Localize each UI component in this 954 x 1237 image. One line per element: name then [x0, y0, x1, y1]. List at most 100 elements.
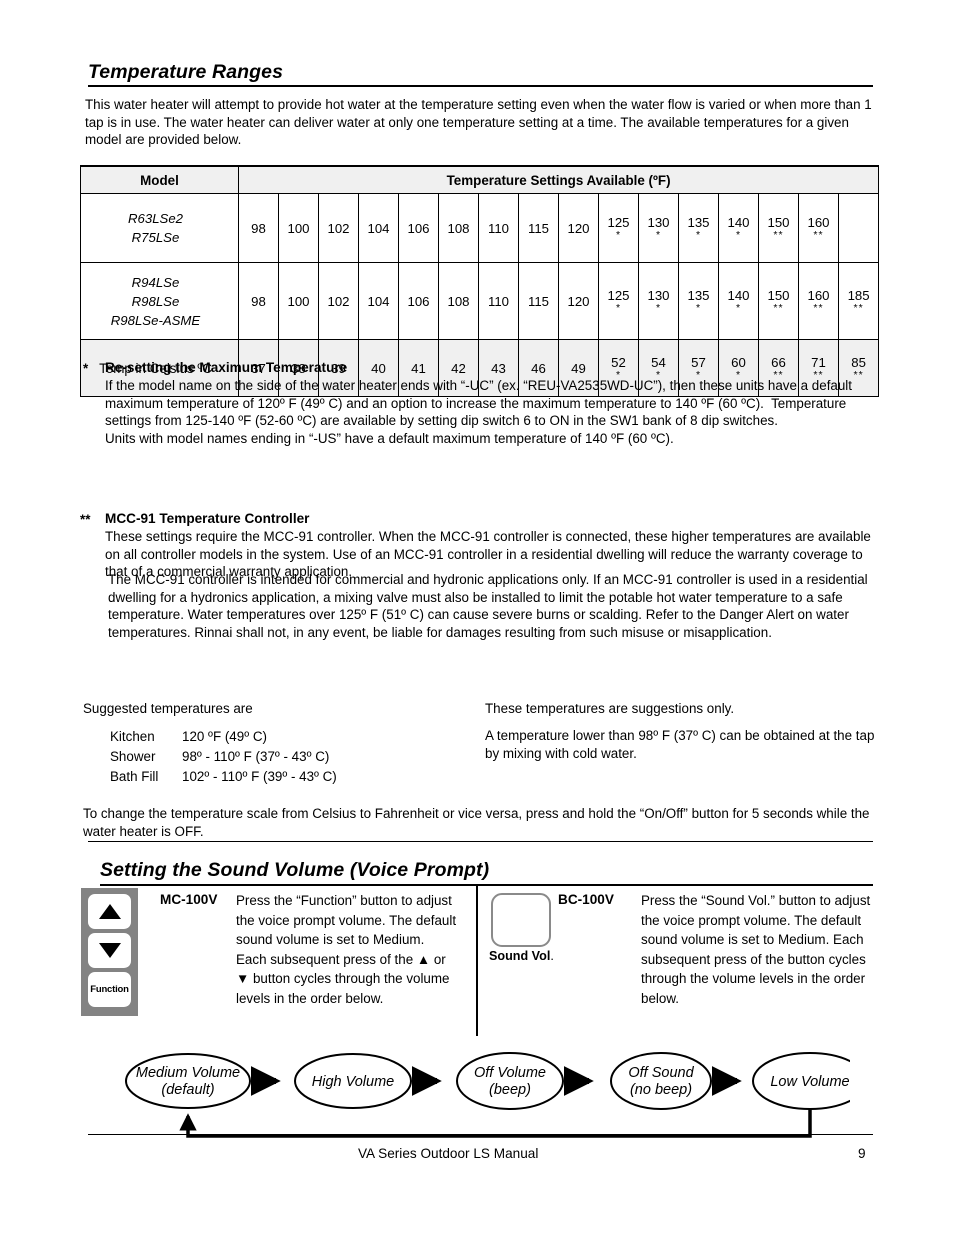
table-cell-value: 130 *: [638, 262, 679, 340]
value-number: 98: [251, 293, 266, 309]
sound-vol-button[interactable]: [491, 893, 551, 947]
list-item: Kitchen 120 ºF (49º C): [110, 727, 337, 747]
value-number: 54: [651, 355, 666, 370]
value-number: 115: [527, 220, 550, 236]
value-number: 43: [491, 360, 506, 376]
model-name-line: R63LSe2: [128, 211, 183, 226]
value-number: 60: [731, 355, 746, 370]
section-heading-sound-volume: Setting the Sound Volume (Voice Prompt): [100, 859, 490, 881]
value-number: 108: [447, 293, 470, 309]
table-cell-value: 140 *: [718, 262, 759, 340]
value-footnote-mark: **: [773, 302, 784, 314]
value-number: 130: [647, 215, 670, 230]
value-number: 125: [607, 215, 630, 230]
value-number: 106: [407, 220, 430, 236]
intro-paragraph: This water heater will attempt to provid…: [85, 97, 872, 147]
table-header-settings: Temperature Settings Available (ºF): [237, 165, 880, 194]
value-number: 120: [567, 293, 590, 309]
table-cell-value: 98: [238, 193, 279, 263]
value-footnote-mark: **: [813, 302, 824, 314]
suggested-label: Kitchen: [110, 729, 155, 744]
flow-node-medium-volume: [125, 1053, 251, 1109]
triangle-down-icon: [98, 943, 121, 958]
value-footnote-mark: **: [853, 302, 864, 314]
table-cell-value: 100: [278, 193, 319, 263]
value-number: 41: [411, 360, 426, 376]
table-cell-value: 140 *: [718, 193, 759, 263]
value-number: 150: [767, 215, 790, 230]
table-cell-value: 130 *: [638, 193, 679, 263]
value-number: 98: [251, 220, 266, 236]
mc-100v-model-label: MC-100V: [160, 892, 218, 907]
sound-vol-button-label: Sound Vol.: [489, 949, 554, 963]
suggested-note-primary: These temperatures are suggestions only.: [485, 701, 735, 716]
value-footnote-mark: **: [773, 229, 784, 241]
value-number: 49: [571, 360, 586, 376]
suggested-label: Shower: [110, 749, 156, 764]
table-cell-model: R94LSe R98LSe R98LSe-ASME: [80, 262, 239, 340]
down-arrow-button[interactable]: [88, 933, 131, 968]
flow-node-off-volume: [456, 1052, 564, 1110]
table-header-model: Model: [80, 165, 239, 194]
flow-node-sublabel: (no beep): [630, 1082, 692, 1098]
flow-node-sublabel: (beep): [489, 1082, 531, 1098]
flow-node-off-sound: [610, 1052, 712, 1110]
table-cell-value: 115: [518, 193, 559, 263]
value-number: 185: [847, 288, 870, 303]
list-item: Shower 98º - 110º F (37º - 43º C): [110, 747, 337, 767]
table-cell-value: 108: [438, 262, 479, 340]
footnote-title-resetting-max-temperature: Re-setting the Maximum Temperature: [105, 360, 348, 375]
suggested-temperatures-heading: Suggested temperatures are: [83, 701, 253, 716]
flow-node-label: Off Sound: [628, 1065, 694, 1081]
suggested-value: 120 ºF (49º C): [182, 729, 267, 744]
footnote-body-resetting-max-temperature: If the model name on the side of the wat…: [105, 378, 852, 446]
footer-manual-title: VA Series Outdoor LS Manual: [358, 1146, 539, 1161]
value-number: 85: [851, 355, 866, 370]
function-button-label: Function: [90, 984, 129, 995]
value-footnote-mark: *: [735, 302, 742, 314]
table-cell-value: 104: [358, 262, 399, 340]
function-button[interactable]: Function: [88, 972, 131, 1007]
value-number: 130: [647, 288, 670, 303]
footer-divider-rule: [88, 1134, 873, 1135]
value-number: 42: [451, 360, 466, 376]
value-footnote-mark: **: [813, 229, 824, 241]
table-cell-value: 120: [558, 193, 599, 263]
value-footnote-mark: *: [615, 229, 622, 241]
flow-node-label: Low Volume: [770, 1074, 849, 1090]
bc-100v-instruction-text: Press the “Sound Vol.” button to adjust …: [641, 893, 871, 1006]
table-cell-value: 120: [558, 262, 599, 340]
footnote-title-mcc91-controller: MCC-91 Temperature Controller: [105, 511, 310, 526]
value-number: 100: [287, 293, 310, 309]
value-number: 140: [727, 288, 750, 303]
table-cell-value: 106: [398, 193, 439, 263]
value-footnote-mark: *: [655, 302, 662, 314]
triangle-up-icon: [98, 904, 121, 919]
bc-100v-model-label: BC-100V: [558, 892, 614, 907]
table-cell-value: 115: [518, 262, 559, 340]
table-header-row: Model Temperature Settings Available (ºF…: [80, 165, 880, 194]
value-footnote-mark: *: [695, 229, 702, 241]
value-number: 100: [287, 220, 310, 236]
value-number: 104: [367, 293, 390, 309]
value-number: 104: [367, 220, 390, 236]
table-cell-value: 135 *: [678, 262, 719, 340]
value-number: 102: [327, 293, 350, 309]
suggested-value: 98º - 110º F (37º - 43º C): [182, 749, 330, 764]
value-number: 66: [771, 355, 786, 370]
table-cell-value: 150 **: [758, 262, 799, 340]
table-cell-value: 125 *: [598, 262, 639, 340]
table-cell-value: 104: [358, 193, 399, 263]
up-arrow-button[interactable]: [88, 894, 131, 929]
value-footnote-mark: *: [695, 302, 702, 314]
suggested-temperature-list: Kitchen 120 ºF (49º C) Shower 98º - 110º F…: [110, 727, 337, 787]
table-cell-value: 185 **: [837, 262, 880, 340]
footnote-marker-double-asterisk: **: [80, 512, 91, 527]
section-divider-rule: [88, 841, 873, 842]
model-name-line: R75LSe: [131, 230, 180, 245]
list-item: Bath Fill 102º - 110º F (39º - 43º C): [110, 767, 337, 787]
change-temperature-scale-paragraph: To change the temperature scale from Cel…: [83, 806, 870, 839]
footer-page-number: 9: [858, 1146, 866, 1161]
column-divider: [476, 886, 478, 1036]
table-cell-value: 102: [318, 262, 359, 340]
